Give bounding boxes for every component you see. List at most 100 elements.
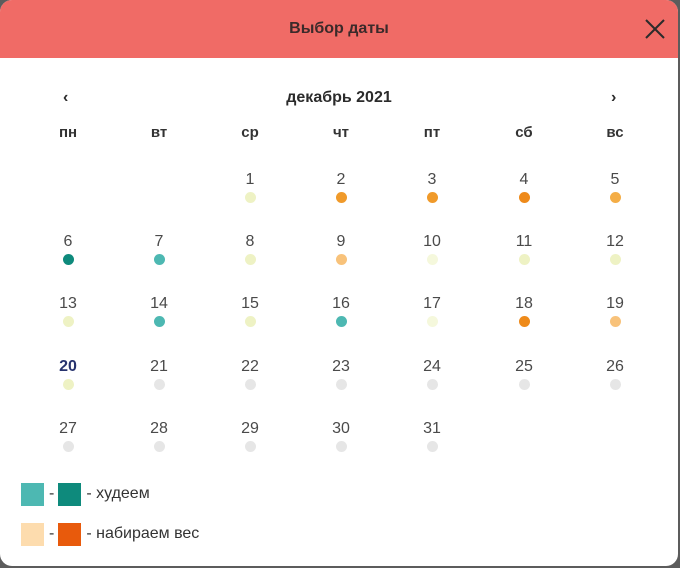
day-status-dot bbox=[244, 316, 256, 327]
day-cell[interactable]: 24 bbox=[407, 357, 457, 397]
legend-gain: - - набираем вес bbox=[21, 522, 199, 546]
day-number: 12 bbox=[606, 233, 624, 250]
day-number: 11 bbox=[515, 233, 533, 250]
day-status-dot bbox=[518, 254, 530, 265]
day-cell[interactable]: 3 bbox=[407, 170, 457, 210]
day-cell[interactable]: 25 bbox=[499, 357, 549, 397]
day-status-dot bbox=[518, 192, 530, 203]
day-cell[interactable]: 27 bbox=[43, 419, 93, 459]
legend-lose-label: - худеем bbox=[86, 485, 150, 502]
day-cell[interactable]: 12 bbox=[590, 232, 640, 272]
day-status-dot bbox=[426, 316, 438, 327]
day-number: 27 bbox=[59, 420, 77, 437]
day-status-dot bbox=[62, 316, 74, 327]
day-cell[interactable]: 1 bbox=[225, 170, 275, 210]
next-month-button[interactable]: › bbox=[611, 86, 616, 110]
day-cell[interactable]: 10 bbox=[407, 232, 457, 272]
day-status-dot bbox=[518, 316, 530, 327]
day-number: 23 bbox=[332, 358, 350, 375]
day-cell[interactable]: 8 bbox=[225, 232, 275, 272]
day-cell[interactable]: 29 bbox=[225, 419, 275, 459]
day-cell[interactable]: 16 bbox=[316, 294, 366, 334]
day-number: 6 bbox=[63, 233, 73, 250]
day-status-dot bbox=[335, 192, 347, 203]
day-number: 20 bbox=[59, 358, 77, 375]
day-cell[interactable]: 5 bbox=[590, 170, 640, 210]
day-number: 28 bbox=[150, 420, 168, 437]
legend-gain-label: - набираем вес bbox=[86, 525, 200, 542]
lose-light-swatch bbox=[21, 482, 44, 506]
day-cell[interactable]: 9 bbox=[316, 232, 366, 272]
day-cell[interactable]: 30 bbox=[316, 419, 366, 459]
dialog-title: Выбор даты bbox=[289, 20, 389, 37]
day-status-dot bbox=[244, 379, 256, 390]
date-picker-dialog: Выбор даты ‹ декабрь 2021 › пн вт ср чт пт сб… bbox=[0, 0, 678, 566]
day-status-dot bbox=[62, 379, 74, 390]
dialog-header: Выбор даты bbox=[0, 0, 678, 58]
day-number: 10 bbox=[423, 233, 441, 250]
day-cell[interactable]: 11 bbox=[499, 232, 549, 272]
day-number: 22 bbox=[241, 358, 259, 375]
day-number: 19 bbox=[606, 295, 624, 312]
month-label: декабрь 2021 bbox=[286, 89, 392, 106]
day-number: 31 bbox=[423, 420, 441, 437]
lose-dark-swatch bbox=[58, 482, 82, 506]
day-cell[interactable]: 14 bbox=[134, 294, 184, 334]
day-number: 26 bbox=[606, 358, 624, 375]
day-status-dot bbox=[609, 316, 621, 327]
day-cell[interactable]: 15 bbox=[225, 294, 275, 334]
close-icon[interactable] bbox=[644, 18, 666, 40]
day-cell[interactable]: 2 bbox=[316, 170, 366, 210]
day-status-dot bbox=[153, 441, 165, 452]
weekday-label: чт bbox=[332, 124, 350, 141]
day-cell[interactable]: 6 bbox=[43, 232, 93, 272]
day-number: 16 bbox=[332, 295, 350, 312]
legend-lose: - - худеем bbox=[21, 482, 150, 506]
legend-dash: - bbox=[49, 525, 55, 542]
day-number: 8 bbox=[245, 233, 255, 250]
day-cell[interactable]: 18 bbox=[499, 294, 549, 334]
day-number: 4 bbox=[519, 171, 529, 188]
day-cell[interactable]: 4 bbox=[499, 170, 549, 210]
day-cell[interactable]: 28 bbox=[134, 419, 184, 459]
day-cell[interactable]: 23 bbox=[316, 357, 366, 397]
day-status-dot bbox=[426, 379, 438, 390]
day-status-dot bbox=[153, 316, 165, 327]
day-status-dot bbox=[609, 192, 621, 203]
day-number: 25 bbox=[515, 358, 533, 375]
day-status-dot bbox=[153, 379, 165, 390]
day-number: 15 bbox=[241, 295, 259, 312]
day-cell[interactable]: 31 bbox=[407, 419, 457, 459]
day-status-dot bbox=[335, 441, 347, 452]
day-cell[interactable]: 19 bbox=[590, 294, 640, 334]
day-status-dot bbox=[426, 254, 438, 265]
day-number: 30 bbox=[332, 420, 350, 437]
day-status-dot bbox=[609, 379, 621, 390]
weekday-label: сб bbox=[515, 124, 533, 141]
day-status-dot bbox=[153, 254, 165, 265]
weekday-label: ср bbox=[241, 124, 259, 141]
day-number: 5 bbox=[610, 171, 620, 188]
day-cell[interactable]: 21 bbox=[134, 357, 184, 397]
day-cell[interactable]: 17 bbox=[407, 294, 457, 334]
weekday-label: вс bbox=[606, 124, 624, 141]
day-status-dot bbox=[335, 379, 347, 390]
day-number: 21 bbox=[150, 358, 168, 375]
day-number: 24 bbox=[423, 358, 441, 375]
day-number: 17 bbox=[423, 295, 441, 312]
day-number: 14 bbox=[150, 295, 168, 312]
day-number: 9 bbox=[336, 233, 346, 250]
day-cell[interactable]: 7 bbox=[134, 232, 184, 272]
day-status-dot bbox=[244, 441, 256, 452]
day-cell[interactable]: 22 bbox=[225, 357, 275, 397]
day-status-dot bbox=[244, 192, 256, 203]
day-status-dot bbox=[609, 254, 621, 265]
day-cell[interactable]: 20 bbox=[43, 357, 93, 397]
day-cell[interactable]: 26 bbox=[590, 357, 640, 397]
day-number: 18 bbox=[515, 295, 533, 312]
weekday-label: пт bbox=[423, 124, 441, 141]
gain-light-swatch bbox=[21, 522, 44, 546]
day-status-dot bbox=[518, 379, 530, 390]
day-cell[interactable]: 13 bbox=[43, 294, 93, 334]
gain-dark-swatch bbox=[58, 522, 82, 546]
